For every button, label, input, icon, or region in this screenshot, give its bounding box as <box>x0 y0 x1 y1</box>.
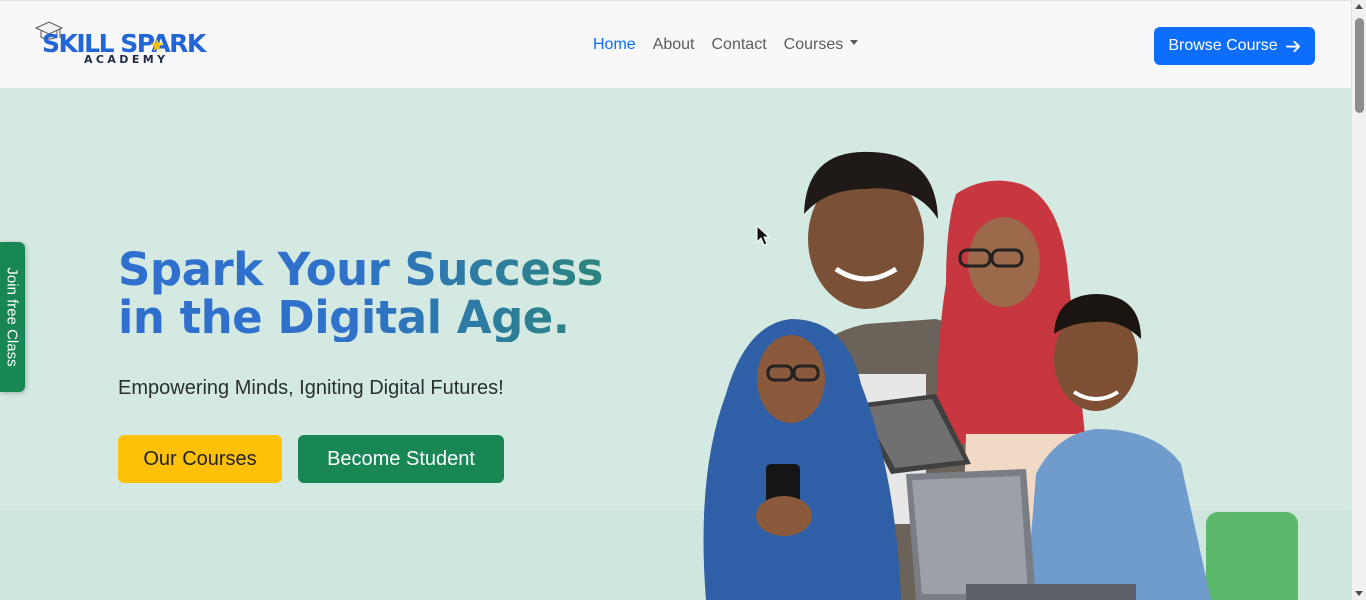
students-group-photo <box>703 151 1298 600</box>
nav-contact[interactable]: Contact <box>712 36 767 54</box>
arrow-right-icon <box>1285 40 1300 52</box>
nav-courses-dropdown[interactable]: Courses <box>784 36 859 54</box>
hero-section: Spark Your Success in the Digital Age. E… <box>0 88 1351 600</box>
hero-title: Spark Your Success in the Digital Age. <box>118 246 658 342</box>
site-logo[interactable]: SKILL SPARK ACADEMY <box>34 20 209 70</box>
become-student-button[interactable]: Become Student <box>298 435 504 483</box>
browse-course-label: Browse Course <box>1168 37 1278 54</box>
scrollbar-thumb[interactable] <box>1355 18 1364 113</box>
page-scrollbar[interactable] <box>1351 0 1366 600</box>
star-icon <box>151 39 163 51</box>
nav-about[interactable]: About <box>653 36 695 54</box>
browse-course-button[interactable]: Browse Course <box>1154 27 1315 65</box>
logo-sub-text: ACADEMY <box>84 53 169 66</box>
nav-menu: Home About Contact Courses <box>593 36 859 54</box>
mouse-cursor-icon <box>756 225 770 246</box>
navbar: SKILL SPARK ACADEMY Home About Contact C… <box>0 0 1351 88</box>
hero-subtitle: Empowering Minds, Igniting Digital Futur… <box>118 377 504 399</box>
scroll-down-arrow-icon[interactable] <box>1355 591 1363 596</box>
scroll-up-arrow-icon[interactable] <box>1355 4 1363 9</box>
join-free-class-tab[interactable]: Join free Class <box>0 242 25 392</box>
caret-down-icon <box>850 40 859 46</box>
join-free-class-label: Join free Class <box>3 267 21 367</box>
nav-home[interactable]: Home <box>593 36 636 54</box>
our-courses-button[interactable]: Our Courses <box>118 435 282 483</box>
nav-courses-label: Courses <box>783 36 844 53</box>
